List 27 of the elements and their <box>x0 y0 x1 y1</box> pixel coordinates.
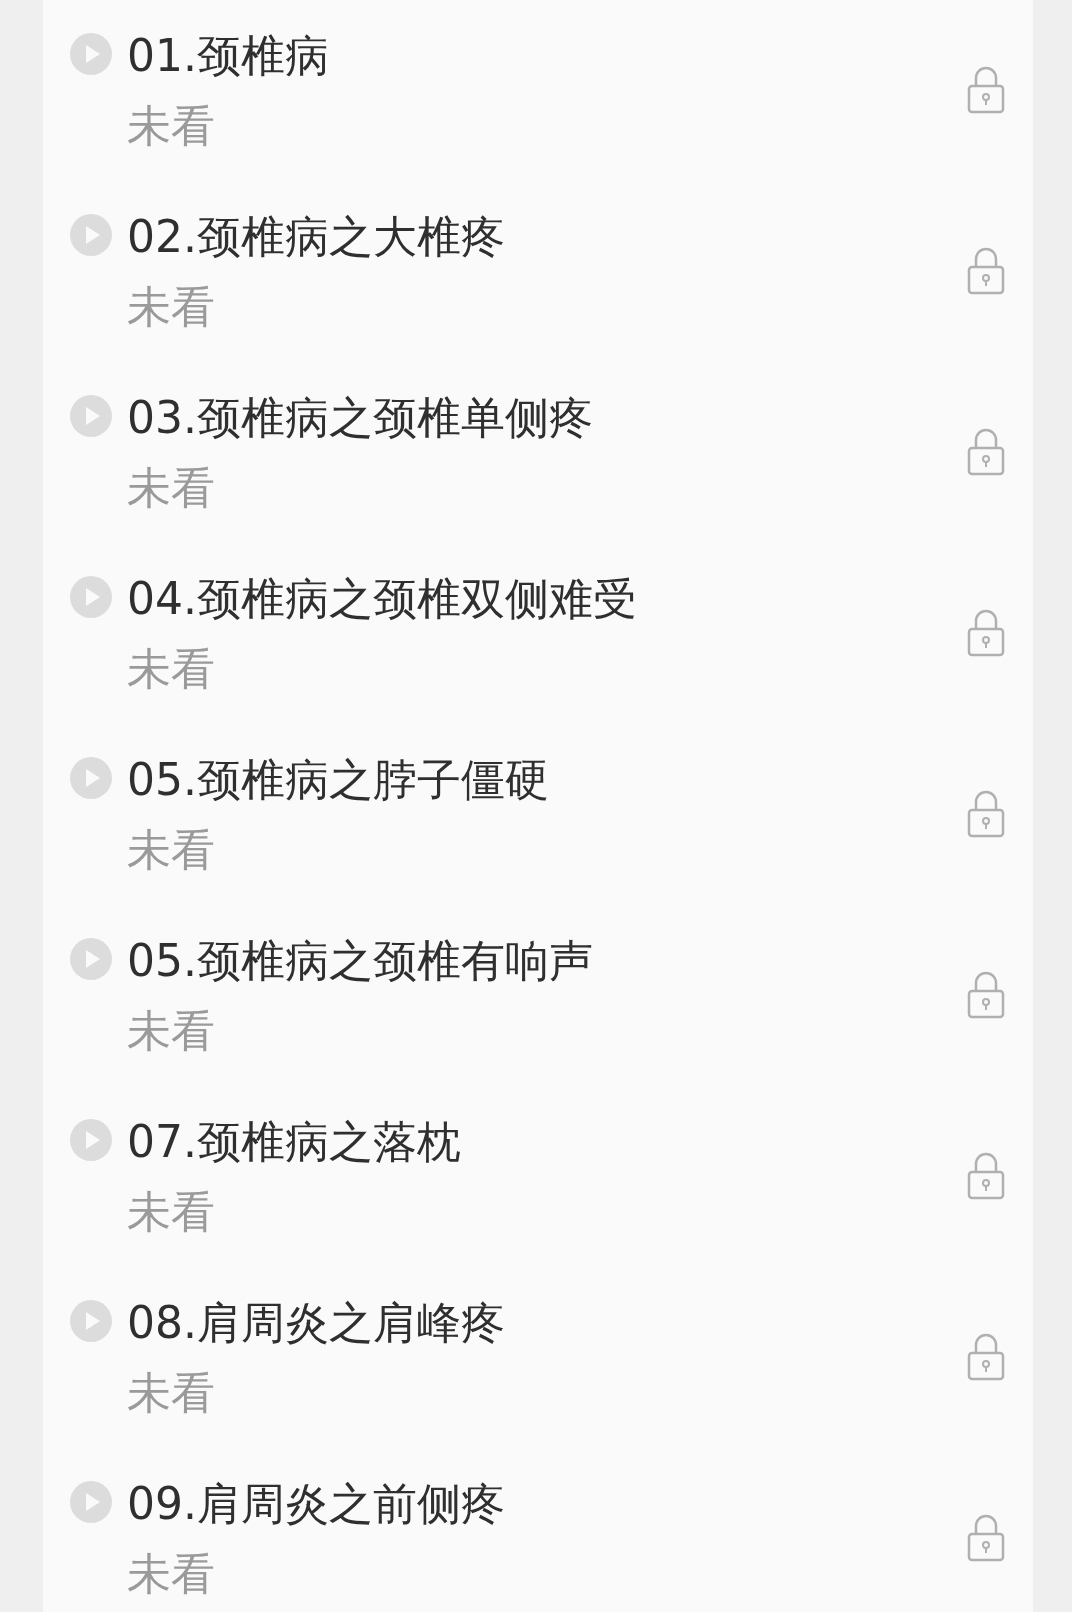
play-icon[interactable] <box>69 1480 113 1524</box>
watch-status: 未看 <box>127 1004 216 1058</box>
watch-status: 未看 <box>127 1547 216 1601</box>
watch-status: 未看 <box>127 99 216 153</box>
lesson-title[interactable]: 09.肩周炎之前侧疼 <box>127 1474 967 1534</box>
lesson-title[interactable]: 08.肩周炎之肩峰疼 <box>127 1293 967 1353</box>
play-icon[interactable] <box>69 394 113 438</box>
watch-status: 未看 <box>127 1185 216 1239</box>
watch-status: 未看 <box>127 280 216 334</box>
play-icon[interactable] <box>69 1299 113 1343</box>
lesson-title[interactable]: 02.颈椎病之大椎疼 <box>127 207 967 267</box>
lesson-title[interactable]: 04.颈椎病之颈椎双侧难受 <box>127 569 967 629</box>
lesson-title[interactable]: 07.颈椎病之落枕 <box>127 1112 967 1172</box>
play-icon[interactable] <box>69 575 113 619</box>
lesson-title[interactable]: 05.颈椎病之脖子僵硬 <box>127 750 967 810</box>
play-icon[interactable] <box>69 756 113 800</box>
watch-status: 未看 <box>127 461 216 515</box>
watch-status: 未看 <box>127 642 216 696</box>
lesson-title[interactable]: 03.颈椎病之颈椎单侧疼 <box>127 388 967 448</box>
play-icon[interactable] <box>69 213 113 257</box>
watch-status: 未看 <box>127 1366 216 1420</box>
play-icon[interactable] <box>69 937 113 981</box>
watch-status: 未看 <box>127 823 216 877</box>
lesson-title[interactable]: 05.颈椎病之颈椎有响声 <box>127 931 967 991</box>
lesson-title[interactable]: 01.颈椎病 <box>127 26 967 86</box>
play-icon[interactable] <box>69 1118 113 1162</box>
play-icon[interactable] <box>69 32 113 76</box>
